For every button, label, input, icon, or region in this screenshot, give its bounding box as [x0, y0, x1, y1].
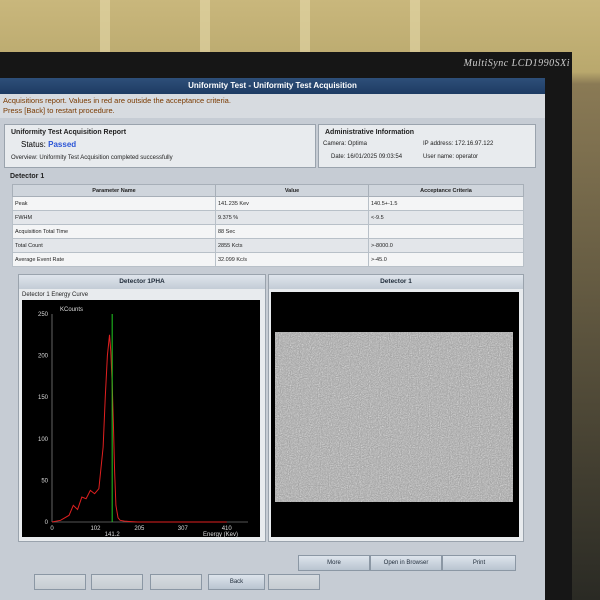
table-row: Acquisition Total Time 88 Sec [12, 224, 524, 239]
param-name: Total Count [12, 238, 216, 253]
y-tick-label: 100 [38, 437, 49, 443]
admin-user: User name: operator [423, 154, 479, 160]
more-button[interactable]: More [298, 555, 370, 571]
y-tick-label: 0 [45, 520, 49, 526]
back-button[interactable]: Back [208, 574, 265, 590]
admin-title: Administrative Information [325, 129, 415, 136]
print-button[interactable]: Print [442, 555, 516, 571]
report-panel: Uniformity Test Acquisition Report Statu… [4, 124, 316, 168]
param-value: 9.375 % [215, 210, 369, 225]
y-tick-label: 250 [38, 312, 49, 318]
energy-curve-chart: 0501001502002500 102 205 307 410KCountsEnerg… [22, 300, 260, 537]
param-criteria: >-45.0 [368, 252, 524, 267]
y-tick-label: 50 [41, 478, 48, 484]
detector-image-panel: Detector 1 [268, 274, 524, 542]
param-criteria: 140.5+-1.5 [368, 196, 524, 211]
report-overview: Overview: Uniformity Test Acquisition co… [11, 155, 173, 161]
table-header-row: Parameter Name Value Acceptance Criteria [12, 184, 524, 197]
x-tick-label: 102 [90, 526, 101, 532]
window-blind [100, 0, 110, 60]
application-screen: Uniformity Test - Uniformity Test Acquis… [0, 78, 545, 600]
admin-camera: Camera: Optima [323, 141, 368, 147]
window-blind [200, 0, 210, 60]
param-value: 2855 Kcts [215, 238, 369, 253]
param-value: 32.099 Kc/s [215, 252, 369, 267]
y-tick-label: 150 [38, 395, 49, 401]
table-row: Peak 141.235 Kev 140.5+-1.5 [12, 196, 524, 211]
peak-marker-label: 141.2 [105, 532, 121, 537]
param-name: Peak [12, 196, 216, 211]
window-blind [410, 0, 420, 60]
table-row: Total Count 2855 Kcts >-8000.0 [12, 238, 524, 253]
flood-image [275, 332, 513, 502]
report-title: Uniformity Test Acquisition Report [11, 129, 127, 136]
y-axis-title: KCounts [60, 307, 83, 313]
table-row: FWHM 9.375 % <-9.5 [12, 210, 524, 225]
admin-panel: Administrative Information Camera: Optim… [318, 124, 536, 168]
param-value: 141.235 Kev [215, 196, 369, 211]
y-tick-label: 200 [38, 354, 49, 360]
status-label: Status: [21, 140, 46, 149]
window-title: Uniformity Test - Uniformity Test Acquis… [0, 78, 545, 94]
status-value: Passed [48, 140, 77, 149]
energy-curve-series [51, 334, 227, 523]
param-criteria: <-9.5 [368, 210, 524, 225]
message-line-1: Acquisitions report. Values in red are o… [3, 96, 231, 105]
pha-panel: Detector 1PHA Detector 1 Energy Curve 0 5… [18, 274, 266, 542]
detector-section-title: Detector 1 [10, 173, 45, 180]
x-axis-title: Energy (Kev) [203, 532, 238, 537]
energy-curve-subtitle: Detector 1 Energy Curve [22, 292, 89, 298]
disabled-button [34, 574, 86, 590]
param-name: Average Event Rate [12, 252, 216, 267]
open-in-browser-button[interactable]: Open in Browser [370, 555, 442, 571]
param-name: FWHM [12, 210, 216, 225]
param-name: Acquisition Total Time [12, 224, 216, 239]
admin-ip: IP address: 172.16.97.122 [423, 141, 494, 147]
detector-image-header[interactable]: Detector 1 [269, 275, 523, 289]
param-criteria [368, 224, 524, 239]
window-blind [300, 0, 310, 60]
detector-image-viewport [271, 292, 519, 537]
column-header: Acceptance Criteria [368, 184, 524, 197]
column-header: Value [215, 184, 369, 197]
disabled-button [91, 574, 143, 590]
disabled-button [150, 574, 202, 590]
monitor-brand: MultiSync LCD1990SXi [463, 58, 570, 69]
table-row: Average Event Rate 32.099 Kc/s >-45.0 [12, 252, 524, 267]
status-row: Status: Passed [21, 140, 76, 149]
parameters-table: Parameter Name Value Acceptance Criteria… [12, 184, 524, 267]
disabled-button [268, 574, 320, 590]
admin-date: Date: 16/01/2025 09:03:54 [331, 154, 403, 160]
x-tick-label: 0 [50, 526, 54, 532]
param-value: 88 Sec [215, 224, 369, 239]
message-area: Acquisitions report. Values in red are o… [0, 94, 545, 118]
x-tick-label: 307 [178, 526, 189, 532]
param-criteria: >-8000.0 [368, 238, 524, 253]
pha-panel-header[interactable]: Detector 1PHA [19, 275, 265, 289]
x-tick-label: 205 [134, 526, 145, 532]
column-header: Parameter Name [12, 184, 216, 197]
message-line-2: Press [Back] to restart procedure. [3, 106, 115, 115]
